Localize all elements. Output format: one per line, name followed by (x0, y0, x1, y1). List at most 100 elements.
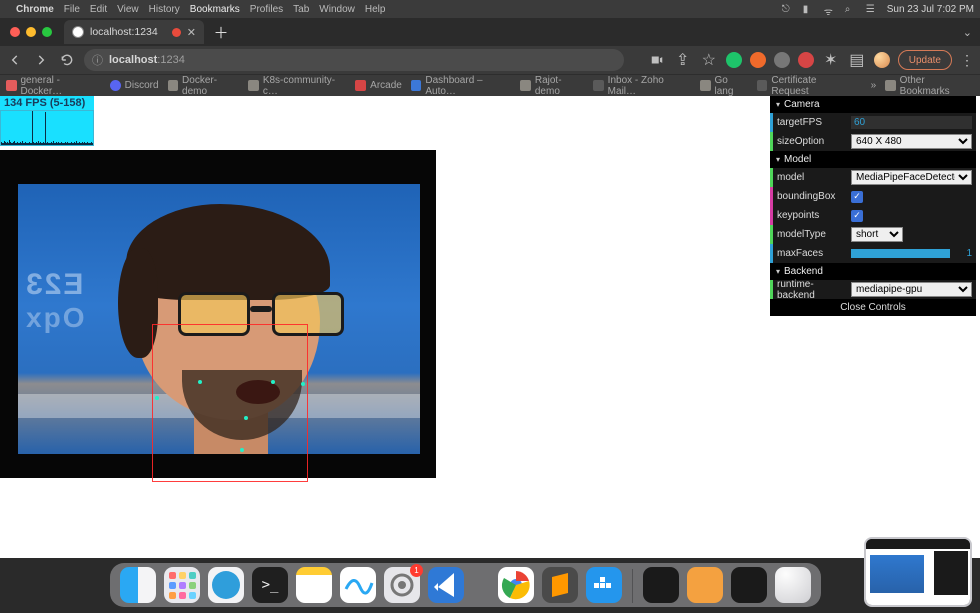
bookmark-item[interactable]: Dashboard – Auto… (411, 75, 512, 97)
battery-icon[interactable]: ▮ (803, 4, 814, 15)
dock-trash-icon[interactable] (775, 567, 811, 603)
close-window-button[interactable] (10, 27, 20, 37)
menu-file[interactable]: File (64, 4, 80, 15)
targetfps-input[interactable] (851, 116, 972, 129)
dock-finder-icon[interactable] (120, 567, 156, 603)
extension-grey-icon[interactable] (774, 52, 790, 68)
omnibox-path: :1234 (157, 54, 185, 66)
forward-button[interactable] (32, 51, 50, 69)
wifi-icon[interactable]: ᯤ (824, 4, 835, 15)
chrome-menu-button[interactable]: ⋮ (960, 52, 974, 69)
bookmark-item[interactable]: K8s-community-c… (248, 75, 346, 97)
menu-window[interactable]: Window (319, 4, 355, 15)
section-backend[interactable]: Backend (770, 263, 976, 280)
other-bookmarks-button[interactable]: Other Bookmarks (885, 75, 974, 97)
sizeoption-select[interactable]: 640 X 480 (851, 134, 972, 149)
close-controls-button[interactable]: Close Controls (770, 299, 976, 316)
modeltype-select[interactable]: short (851, 227, 903, 242)
bookmark-item[interactable]: Inbox - Zoho Mail… (593, 75, 691, 97)
control-center-icon[interactable]: ☰ (866, 4, 877, 15)
menu-tab[interactable]: Tab (293, 4, 309, 15)
dock-minimized-window[interactable] (687, 567, 723, 603)
menu-help[interactable]: Help (365, 4, 386, 15)
status-icon[interactable]: ⎋ (782, 4, 793, 15)
bookmark-item[interactable]: general - Docker… (6, 75, 101, 97)
video-canvas: E23 Oqx (0, 150, 436, 478)
tab-strip: localhost:1234 ✕ ＋ ⌄ (0, 18, 980, 46)
camera-indicator-icon[interactable] (648, 51, 666, 69)
dock-docker-icon[interactable] (586, 567, 622, 603)
dock-minimized-window[interactable] (731, 567, 767, 603)
menu-edit[interactable]: Edit (90, 4, 107, 15)
control-modeltype: modelType short (770, 225, 976, 244)
boundingbox-checkbox[interactable]: ✓ (851, 191, 863, 203)
dock-chrome-icon[interactable] (498, 567, 534, 603)
fps-stats[interactable]: 134 FPS (5-158) (0, 96, 94, 146)
bookmark-favicon-icon (757, 80, 768, 91)
bookmark-item[interactable]: Discord (110, 80, 159, 91)
menubar-clock[interactable]: Sun 23 Jul 7:02 PM (887, 4, 974, 15)
runtime-select[interactable]: mediapipe-gpu (851, 282, 972, 297)
reading-list-icon[interactable]: ▤ (848, 51, 866, 69)
dock-terminal-icon[interactable]: >_ (252, 567, 288, 603)
extension-orange-icon[interactable] (750, 52, 766, 68)
share-icon[interactable]: ⇪ (674, 51, 692, 69)
dock-settings-icon[interactable]: 1 (384, 567, 420, 603)
menu-history[interactable]: History (149, 4, 180, 15)
fps-chart (0, 110, 94, 146)
bookmark-item[interactable]: Go lang (700, 75, 748, 97)
profile-avatar-icon[interactable] (874, 52, 890, 68)
window-preview[interactable] (864, 537, 972, 607)
bookmark-star-icon[interactable]: ☆ (700, 51, 718, 69)
section-camera[interactable]: Camera (770, 96, 976, 113)
dock-freeform-icon[interactable] (340, 567, 376, 603)
bookmark-item[interactable]: Arcade (355, 80, 402, 91)
active-tab[interactable]: localhost:1234 ✕ (64, 20, 204, 44)
chrome-window: localhost:1234 ✕ ＋ ⌄ ⓘ localhost:1234 ⇪ … (0, 18, 980, 558)
keypoints-checkbox[interactable]: ✓ (851, 210, 863, 222)
bookmark-item[interactable]: Certificate Request (757, 75, 853, 97)
extensions-puzzle-icon[interactable]: ✶ (822, 51, 840, 69)
menubar-app[interactable]: Chrome (16, 4, 54, 15)
reload-button[interactable] (58, 51, 76, 69)
bookmark-favicon-icon (411, 80, 422, 91)
new-tab-button[interactable]: ＋ (210, 21, 232, 43)
omnibox-host: localhost (109, 54, 157, 66)
bookmark-item[interactable]: Docker-demo (168, 75, 240, 97)
dock-notes-icon[interactable] (296, 567, 332, 603)
window-controls (10, 27, 52, 37)
bookmarks-chevron-icon[interactable]: » (871, 80, 877, 91)
extension-grammarly-icon[interactable] (726, 52, 742, 68)
update-button[interactable]: Update (898, 50, 952, 70)
fps-label: 134 FPS (5-158) (0, 96, 94, 110)
tab-close-button[interactable]: ✕ (187, 26, 196, 39)
back-button[interactable] (6, 51, 24, 69)
detection-overlay (0, 150, 436, 478)
control-boundingbox: boundingBox ✓ (770, 187, 976, 206)
control-runtime-backend: runtime-backend mediapipe-gpu (770, 280, 976, 299)
tab-list-button[interactable]: ⌄ (963, 26, 972, 39)
extension-red-icon[interactable] (798, 52, 814, 68)
dock-divider (632, 569, 633, 603)
maxfaces-value: 1 (954, 248, 972, 259)
search-icon[interactable]: ⌕ (845, 4, 856, 15)
minimize-window-button[interactable] (26, 27, 36, 37)
maximize-window-button[interactable] (42, 27, 52, 37)
dock-safari-icon[interactable] (208, 567, 244, 603)
site-info-icon[interactable]: ⓘ (92, 52, 103, 68)
dock-launchpad-icon[interactable] (164, 567, 200, 603)
mail-icon (593, 80, 604, 91)
section-model[interactable]: Model (770, 151, 976, 168)
omnibox[interactable]: ⓘ localhost:1234 (84, 49, 624, 71)
model-select[interactable]: MediaPipeFaceDetector (851, 170, 972, 185)
dock-vscode-icon[interactable] (428, 567, 464, 603)
menu-profiles[interactable]: Profiles (250, 4, 283, 15)
dock-sublime-icon[interactable] (542, 567, 578, 603)
menu-view[interactable]: View (117, 4, 139, 15)
maxfaces-slider[interactable] (851, 249, 950, 258)
menu-bookmarks[interactable]: Bookmarks (190, 4, 240, 15)
folder-icon (248, 80, 259, 91)
dock-minimized-window[interactable] (643, 567, 679, 603)
bookmark-item[interactable]: Rajot-demo (520, 75, 584, 97)
control-targetfps: targetFPS (770, 113, 976, 132)
